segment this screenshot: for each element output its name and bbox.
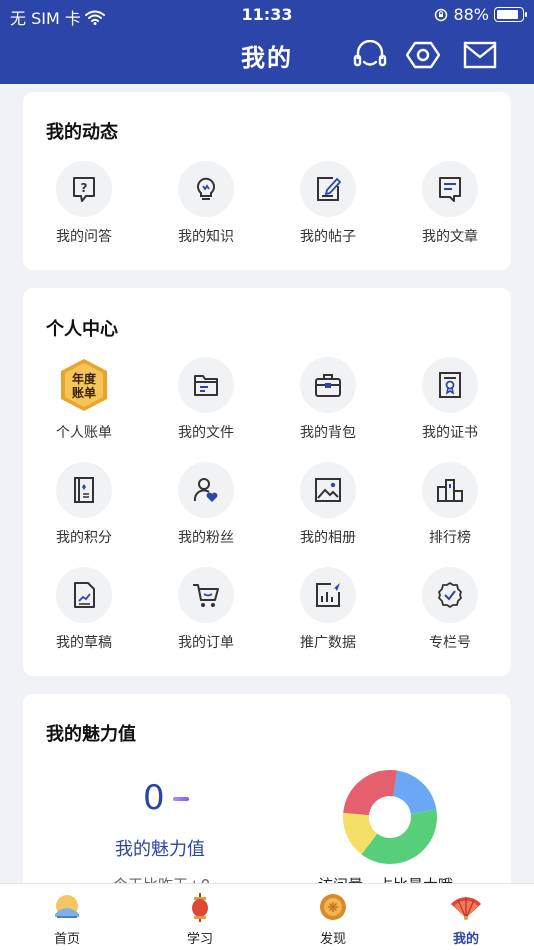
grid-label: 我的问答 [56, 229, 112, 245]
draft-icon [56, 567, 112, 623]
message-icon[interactable] [463, 40, 497, 70]
rotation-lock-icon [435, 8, 448, 21]
home-tab-icon [55, 895, 79, 918]
grid-label: 我的粉丝 [178, 530, 234, 546]
customer-service-icon[interactable] [353, 40, 387, 70]
status-right: 88% [434, 5, 527, 24]
tab-study[interactable]: 学习 [155, 892, 245, 947]
tab-label: 学习 [186, 932, 213, 947]
grid-item-my-drafts[interactable]: 我的草稿 [23, 567, 145, 652]
grid-label: 我的文件 [178, 425, 234, 441]
briefcase-icon [300, 357, 356, 413]
grid-label: 排行榜 [429, 530, 471, 546]
grid-label: 我的相册 [300, 530, 356, 546]
tab-label: 我的 [452, 932, 479, 947]
fans-icon [178, 462, 234, 518]
personal-title: 个人中心 [46, 319, 118, 340]
certificate-icon [422, 357, 478, 413]
grid-item-leaderboard[interactable]: 排行榜 [389, 462, 511, 547]
grid-item-my-backpack[interactable]: 我的背包 [267, 357, 389, 442]
page-title: 我的 [241, 44, 293, 72]
question-icon: ? [56, 161, 112, 217]
study-tab-icon [192, 893, 208, 922]
tab-label: 首页 [53, 932, 80, 947]
grid-label: 我的帖子 [300, 229, 356, 245]
tab-label: 发现 [319, 932, 346, 947]
donut-segment-red [343, 770, 398, 816]
tab-bar: 首页 学习 发现 我的 [0, 883, 534, 950]
badge-text-line1: 年度 [72, 371, 97, 386]
grid-label: 我的草稿 [56, 635, 112, 651]
dynamics-title: 我的动态 [46, 122, 118, 143]
donut-segment-blue [393, 770, 437, 814]
column-badge-icon [422, 567, 478, 623]
battery-percent: 88% [453, 5, 489, 24]
grid-item-my-articles[interactable]: 我的文章 [389, 161, 511, 246]
article-icon [422, 161, 478, 217]
mine-tab-icon [451, 897, 481, 920]
grid-item-my-certificates[interactable]: 我的证书 [389, 357, 511, 442]
tab-mine[interactable]: 我的 [421, 892, 511, 947]
grid-item-my-files[interactable]: 我的文件 [145, 357, 267, 442]
grid-label: 我的文章 [422, 229, 478, 245]
grid-label: 个人账单 [56, 425, 112, 441]
grid-item-promo-data[interactable]: 推广数据 [267, 567, 389, 652]
grid-label: 我的证书 [422, 425, 478, 441]
cart-icon [178, 567, 234, 623]
charm-card: 我的魅力值 0 我的魅力值 今天比昨天+0 访问量，占比最大哦 [23, 694, 511, 894]
charm-label: 我的魅力值 [115, 839, 205, 860]
personal-card: 个人中心 年度 账单 个人账单 我的文件 我的背包 我的证书 我的积分 我的粉丝… [23, 288, 511, 676]
charm-value: 0 [143, 778, 165, 818]
grid-item-my-album[interactable]: 我的相册 [267, 462, 389, 547]
promo-data-icon [300, 567, 356, 623]
badge-text-line2: 账单 [72, 385, 96, 400]
grid-item-personal-bill[interactable]: 年度 账单 个人账单 [23, 357, 145, 442]
grid-item-my-posts[interactable]: 我的帖子 [267, 161, 389, 246]
grid-label: 我的积分 [56, 530, 112, 546]
charm-title: 我的魅力值 [46, 724, 136, 745]
grid-item-column-number[interactable]: 专栏号 [389, 567, 511, 652]
dynamics-card: 我的动态 ? 我的问答 我的知识 我的帖子 我的文章 [23, 92, 511, 270]
svg-text:?: ? [81, 181, 88, 195]
folder-icon [178, 357, 234, 413]
album-icon [300, 462, 356, 518]
charm-donut-chart [343, 770, 437, 864]
lightbulb-icon [178, 161, 234, 217]
grid-item-my-knowledge[interactable]: 我的知识 [145, 161, 267, 246]
grid-label: 我的知识 [178, 229, 234, 245]
tab-discover[interactable]: 发现 [288, 892, 378, 947]
app-header: 无 SIM 卡 11:33 88% 我的 [0, 0, 534, 84]
discover-tab-icon [320, 894, 346, 920]
grid-item-my-orders[interactable]: 我的订单 [145, 567, 267, 652]
battery-fill [497, 10, 519, 19]
battery-icon [494, 7, 527, 22]
grid-item-my-fans[interactable]: 我的粉丝 [145, 462, 267, 547]
annual-bill-badge: 年度 账单 [56, 357, 112, 413]
grid-item-my-qa[interactable]: ? 我的问答 [23, 161, 145, 246]
grid-label: 推广数据 [300, 635, 356, 651]
grid-label: 我的背包 [300, 425, 356, 441]
charm-trend-indicator [173, 797, 189, 801]
tab-home[interactable]: 首页 [22, 892, 112, 947]
grid-label: 专栏号 [429, 635, 471, 651]
settings-icon[interactable] [406, 40, 440, 70]
leaderboard-icon [422, 462, 478, 518]
edit-post-icon [300, 161, 356, 217]
grid-item-my-points[interactable]: 我的积分 [23, 462, 145, 547]
status-bar: 无 SIM 卡 11:33 88% [0, 0, 534, 28]
points-icon [56, 462, 112, 518]
grid-label: 我的订单 [178, 635, 234, 651]
